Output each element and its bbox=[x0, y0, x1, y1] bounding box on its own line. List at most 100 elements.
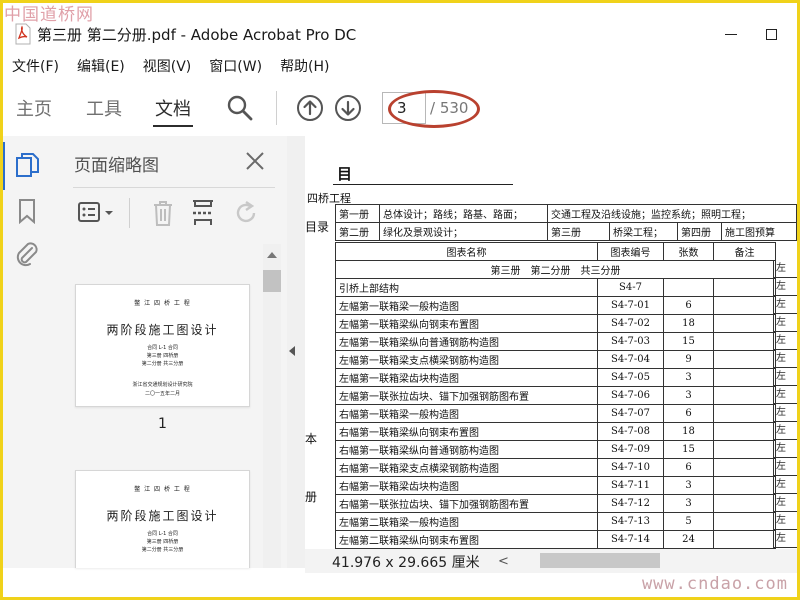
thumb-header: 鳖 江 四 桥 工 程 bbox=[134, 300, 191, 307]
thumbnail-options-icon[interactable] bbox=[78, 200, 116, 230]
table-row: 右幅第一联张拉齿块、锚下加强钢筋图布置 S4-7-12 3 bbox=[335, 494, 776, 513]
thumbnail-page-number: 1 bbox=[158, 416, 167, 432]
scroll-thumb[interactable] bbox=[263, 270, 281, 292]
table-cell: 右幅第一联张拉齿块、锚下加强钢筋图布置 bbox=[335, 494, 598, 513]
table-cell: S4-7-03 bbox=[597, 332, 664, 351]
menu-help[interactable]: 帮助(H) bbox=[271, 56, 338, 76]
table-cell: S4-7-14 bbox=[597, 530, 664, 549]
table-cell: S4-7-11 bbox=[597, 476, 664, 495]
edge-cell: 左 bbox=[773, 350, 797, 368]
minimize-button[interactable] bbox=[711, 20, 751, 48]
table-cell bbox=[713, 350, 776, 369]
horizontal-scroll-thumb[interactable] bbox=[540, 553, 660, 568]
drawing-rows: 左幅第一联箱梁一般构造图 S4-7-01 6 左幅第一联箱梁纵向钢束布置图 S4-7-0… bbox=[335, 296, 776, 549]
insert-page-icon[interactable] bbox=[190, 198, 216, 232]
table-row: 右幅第一联箱梁纵向钢束布置图 S4-7-08 18 bbox=[335, 422, 776, 441]
table-cell: S4-7 bbox=[597, 278, 664, 297]
table-cell: 24 bbox=[663, 530, 714, 549]
thumb-title: 两阶段施工图设计 bbox=[106, 323, 219, 337]
table-cell: 左幅第二联箱梁一般构造图 bbox=[335, 512, 598, 531]
table-cell bbox=[713, 494, 776, 513]
table-cell bbox=[713, 368, 776, 387]
document-view[interactable]: 四桥工程 目录 本 册 第一册 总体设计；路线；路基、路面； 交通工程及沿线设施… bbox=[305, 136, 797, 549]
table-cell: 15 bbox=[663, 440, 714, 459]
table-cell bbox=[713, 314, 776, 333]
document-heading: 目 bbox=[337, 165, 353, 183]
table-cell: 左幅第一联张拉齿块、锚下加强钢筋图布置 bbox=[335, 386, 598, 405]
attachment-icon[interactable] bbox=[14, 240, 40, 272]
table-cell: 3 bbox=[663, 494, 714, 513]
page-thumbnails-icon[interactable] bbox=[15, 152, 41, 184]
table-cell: 右幅第一联箱梁支点横梁钢筋构造图 bbox=[335, 458, 598, 477]
scroll-up-arrow[interactable] bbox=[267, 252, 277, 258]
table-cell: 6 bbox=[663, 296, 714, 315]
table-cell: S4-7-13 bbox=[597, 512, 664, 531]
edge-cell: 左 bbox=[773, 530, 797, 548]
tab-document[interactable]: 文档 bbox=[153, 83, 193, 133]
maximize-icon bbox=[765, 28, 777, 40]
scroll-left-arrow[interactable]: < bbox=[498, 554, 509, 569]
doc-left-label: 册 bbox=[305, 490, 318, 504]
collapse-panel-icon[interactable] bbox=[289, 346, 295, 356]
table-cell: S4-7-04 bbox=[597, 350, 664, 369]
menu-file[interactable]: 文件(F) bbox=[3, 56, 68, 76]
edge-cell: 左 bbox=[773, 368, 797, 386]
table-cell bbox=[713, 530, 776, 549]
thumb-org: 浙江省交通规划设计研究院 bbox=[132, 382, 193, 388]
table-cell: S4-7-08 bbox=[597, 422, 664, 441]
doc-left-label: 本 bbox=[305, 432, 318, 446]
delete-page-icon[interactable] bbox=[150, 198, 176, 232]
edge-cell: 左 bbox=[773, 440, 797, 458]
table-row: 右幅第一联箱梁支点横梁钢筋构造图 S4-7-10 6 bbox=[335, 458, 776, 477]
thumb-header: 鳖 江 四 桥 工 程 bbox=[134, 486, 191, 493]
table-row: 引桥上部结构 S4-7 bbox=[335, 278, 776, 297]
search-icon[interactable] bbox=[226, 94, 254, 122]
table-cell: S4-7-07 bbox=[597, 404, 664, 423]
maximize-button[interactable] bbox=[751, 20, 791, 48]
table-cell: 引桥上部结构 bbox=[335, 278, 598, 297]
menu-view[interactable]: 视图(V) bbox=[134, 56, 201, 76]
panel-title: 页面缩略图 bbox=[74, 156, 159, 176]
menu-window[interactable]: 窗口(W) bbox=[200, 56, 271, 76]
table-cell: 15 bbox=[663, 332, 714, 351]
rotate-page-icon[interactable] bbox=[232, 199, 260, 231]
table-cell: 6 bbox=[663, 404, 714, 423]
close-icon[interactable] bbox=[244, 150, 266, 172]
table-cell bbox=[713, 278, 776, 297]
tab-home[interactable]: 主页 bbox=[16, 83, 52, 133]
edge-cell: 左 bbox=[773, 386, 797, 404]
table-row: 右幅第一联箱梁纵向普通钢筋构造图 S4-7-09 15 bbox=[335, 440, 776, 459]
table-row: 左幅第一联箱梁齿块构造图 S4-7-05 3 bbox=[335, 368, 776, 387]
pdf-file-icon bbox=[13, 23, 33, 45]
summary-cell: 第四册 bbox=[677, 222, 722, 241]
menu-edit[interactable]: 编辑(E) bbox=[68, 56, 134, 76]
tab-tools[interactable]: 工具 bbox=[86, 83, 122, 133]
page-thumbnail[interactable]: 鳖 江 四 桥 工 程 两阶段施工图设计 合同 L-1 合同 第三册 四桥册 第… bbox=[75, 284, 250, 407]
edge-cell: 左 bbox=[773, 332, 797, 350]
drawing-list-table: 图表名称 图表编号 张数 备注 第三册 第二分册 共三分册 引桥上部结构 S4-… bbox=[335, 242, 776, 549]
summary-cell: 第一册 bbox=[335, 204, 380, 223]
table-cell: 9 bbox=[663, 350, 714, 369]
page-thumbnail[interactable]: 鳖 江 四 桥 工 程 两阶段施工图设计 合同 L-1 合同 第三册 四桥册 第… bbox=[75, 470, 250, 568]
table-cell: 3 bbox=[663, 368, 714, 387]
table-cell bbox=[713, 458, 776, 477]
table-row: 左幅第一联箱梁纵向钢束布置图 S4-7-02 18 bbox=[335, 314, 776, 333]
table-cell: 左幅第一联箱梁纵向普通钢筋构造图 bbox=[335, 332, 598, 351]
table-cell bbox=[713, 422, 776, 441]
panel-divider bbox=[73, 187, 275, 188]
window-title: 第三册 第二分册.pdf - Adobe Acrobat Pro DC bbox=[37, 25, 357, 44]
panel-tools-divider bbox=[129, 198, 130, 228]
bookmark-icon[interactable] bbox=[17, 198, 37, 228]
page-down-icon[interactable] bbox=[334, 94, 362, 122]
summary-cell: 施工图预算 bbox=[721, 222, 797, 241]
table-cell: 左幅第一联箱梁支点横梁钢筋构造图 bbox=[335, 350, 598, 369]
table-cell: 左幅第一联箱梁纵向钢束布置图 bbox=[335, 314, 598, 333]
edge-cell: 左 bbox=[773, 314, 797, 332]
table-cell: 左幅第二联箱梁纵向钢束布置图 bbox=[335, 530, 598, 549]
table-cell: 左幅第一联箱梁一般构造图 bbox=[335, 296, 598, 315]
thumbnail-scrollbar[interactable] bbox=[263, 244, 281, 568]
page-up-icon[interactable] bbox=[296, 94, 324, 122]
thumb-line: 第三册 四桥册 bbox=[146, 539, 179, 545]
table-cell bbox=[713, 386, 776, 405]
annotation-circle bbox=[388, 90, 480, 128]
